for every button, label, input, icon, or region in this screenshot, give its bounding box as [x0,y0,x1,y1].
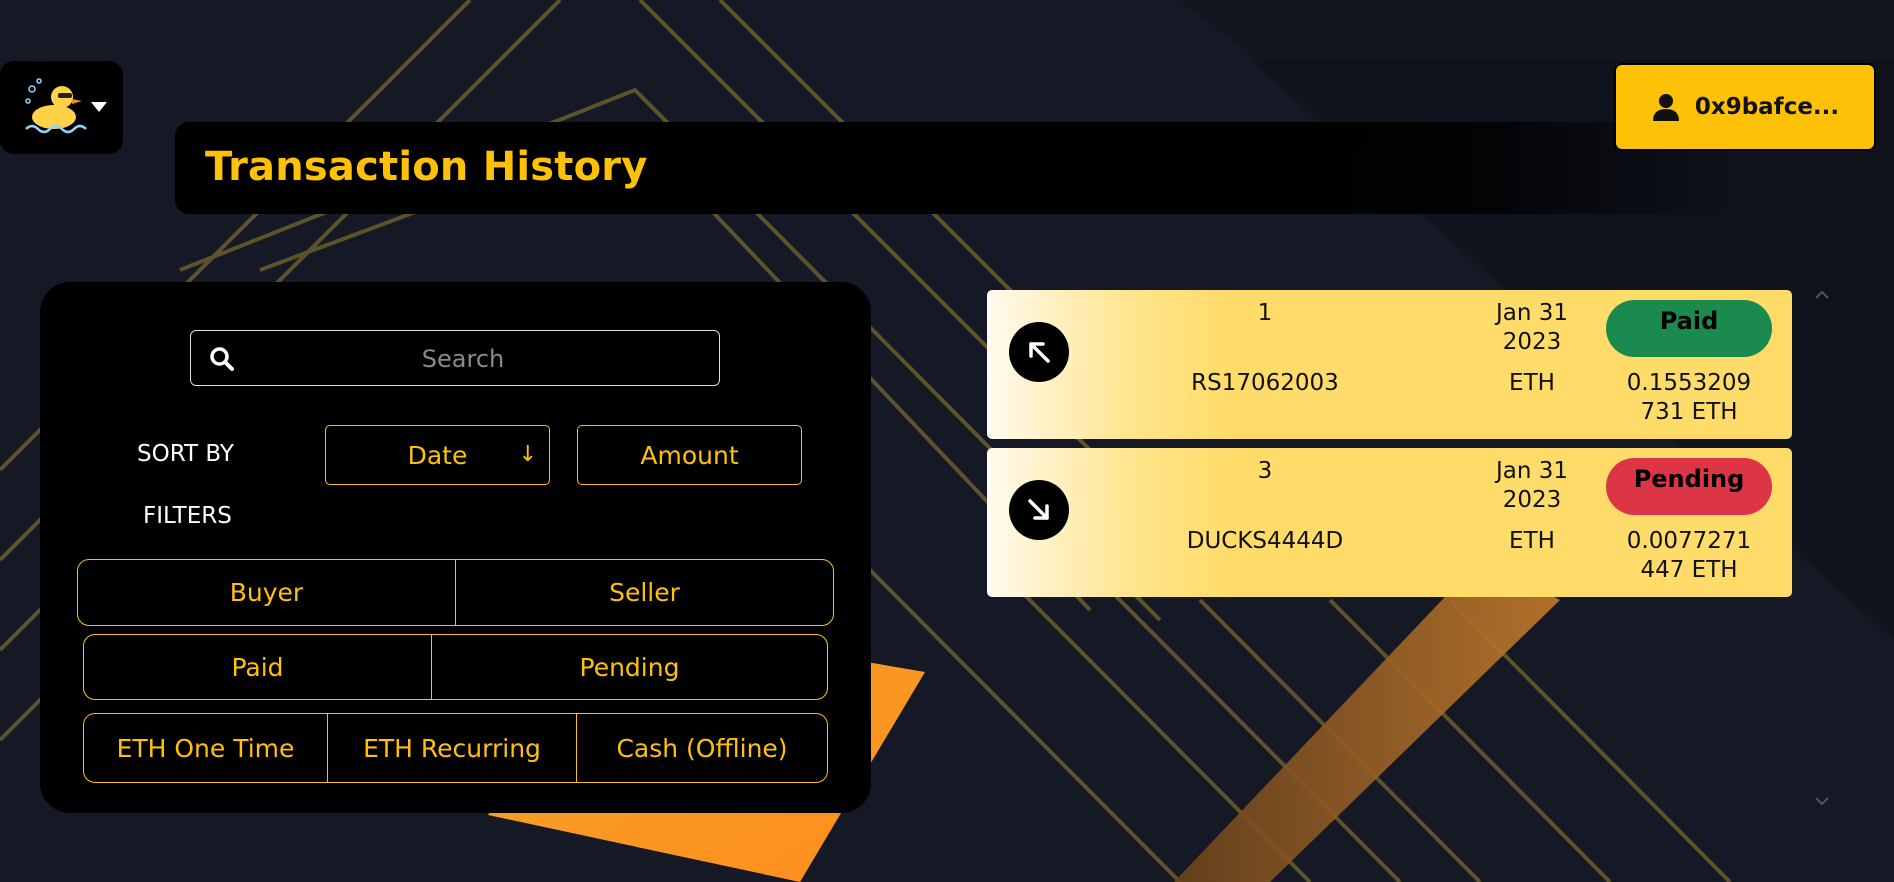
wallet-address: 0x9bafce... [1694,94,1840,120]
search-box [190,330,720,387]
sort-amount-label: Amount [640,440,739,470]
filter-eth-one-time-button[interactable]: ETH One Time [84,714,327,782]
caret-down-icon [91,102,107,112]
arrow-down-right-icon[interactable] [1009,480,1069,540]
wallet-button[interactable]: 0x9bafce... [1614,63,1876,151]
filter-buyer-button[interactable]: Buyer [78,560,455,625]
status-badge[interactable]: Pending [1606,458,1772,515]
duck-logo-icon [25,78,87,134]
transaction-card[interactable]: 1 RS17062003 Jan 31 2023 ETH Paid 0.1553… [987,290,1792,439]
role-filter-group: Buyer Seller [77,559,834,626]
filter-panel: SORT BY Date ↓ Amount FILTERS Buyer Sell… [40,282,871,813]
sort-date-button[interactable]: Date ↓ [325,425,550,485]
transaction-amount: 0.1553209 731 ETH [1626,370,1752,425]
sort-by-label: SORT BY [137,441,234,467]
transaction-date: Jan 31 2023 [1495,458,1569,513]
transaction-card[interactable]: 3 DUCKS4444D Jan 31 2023 ETH Pending 0.0… [987,448,1792,597]
transaction-currency: ETH [1509,370,1555,396]
sort-amount-button[interactable]: Amount [577,425,802,485]
page-header: Transaction History [175,122,1735,214]
transaction-list: 1 RS17062003 Jan 31 2023 ETH Paid 0.1553… [987,290,1792,606]
transaction-reference: DUCKS4444D [1186,528,1344,554]
logo-menu-button[interactable] [0,61,123,154]
transaction-reference: RS17062003 [1191,370,1339,396]
arrow-down-icon: ↓ [518,442,537,467]
arrow-up-left-icon[interactable] [1009,322,1069,382]
transaction-id: 3 [1257,458,1273,484]
filters-label: FILTERS [143,503,232,529]
transaction-currency: ETH [1509,528,1555,554]
page-title: Transaction History [205,144,648,190]
filter-seller-button[interactable]: Seller [455,560,833,625]
payment-type-filter-group: ETH One Time ETH Recurring Cash (Offline… [83,713,828,783]
chevron-down-icon[interactable] [1812,793,1832,809]
transaction-id: 1 [1257,300,1273,326]
chevron-up-icon[interactable] [1812,287,1832,303]
filter-paid-button[interactable]: Paid [84,635,431,699]
status-badge[interactable]: Paid [1606,300,1772,357]
search-input[interactable] [251,331,675,387]
transaction-amount: 0.0077271 447 ETH [1626,528,1752,583]
transaction-date: Jan 31 2023 [1495,300,1569,355]
search-icon [210,347,234,371]
sort-date-label: Date [407,440,468,470]
status-filter-group: Paid Pending [83,634,828,700]
user-icon [1652,94,1679,121]
filter-eth-recurring-button[interactable]: ETH Recurring [327,714,576,782]
filter-cash-offline-button[interactable]: Cash (Offline) [576,714,827,782]
filter-pending-button[interactable]: Pending [431,635,827,699]
